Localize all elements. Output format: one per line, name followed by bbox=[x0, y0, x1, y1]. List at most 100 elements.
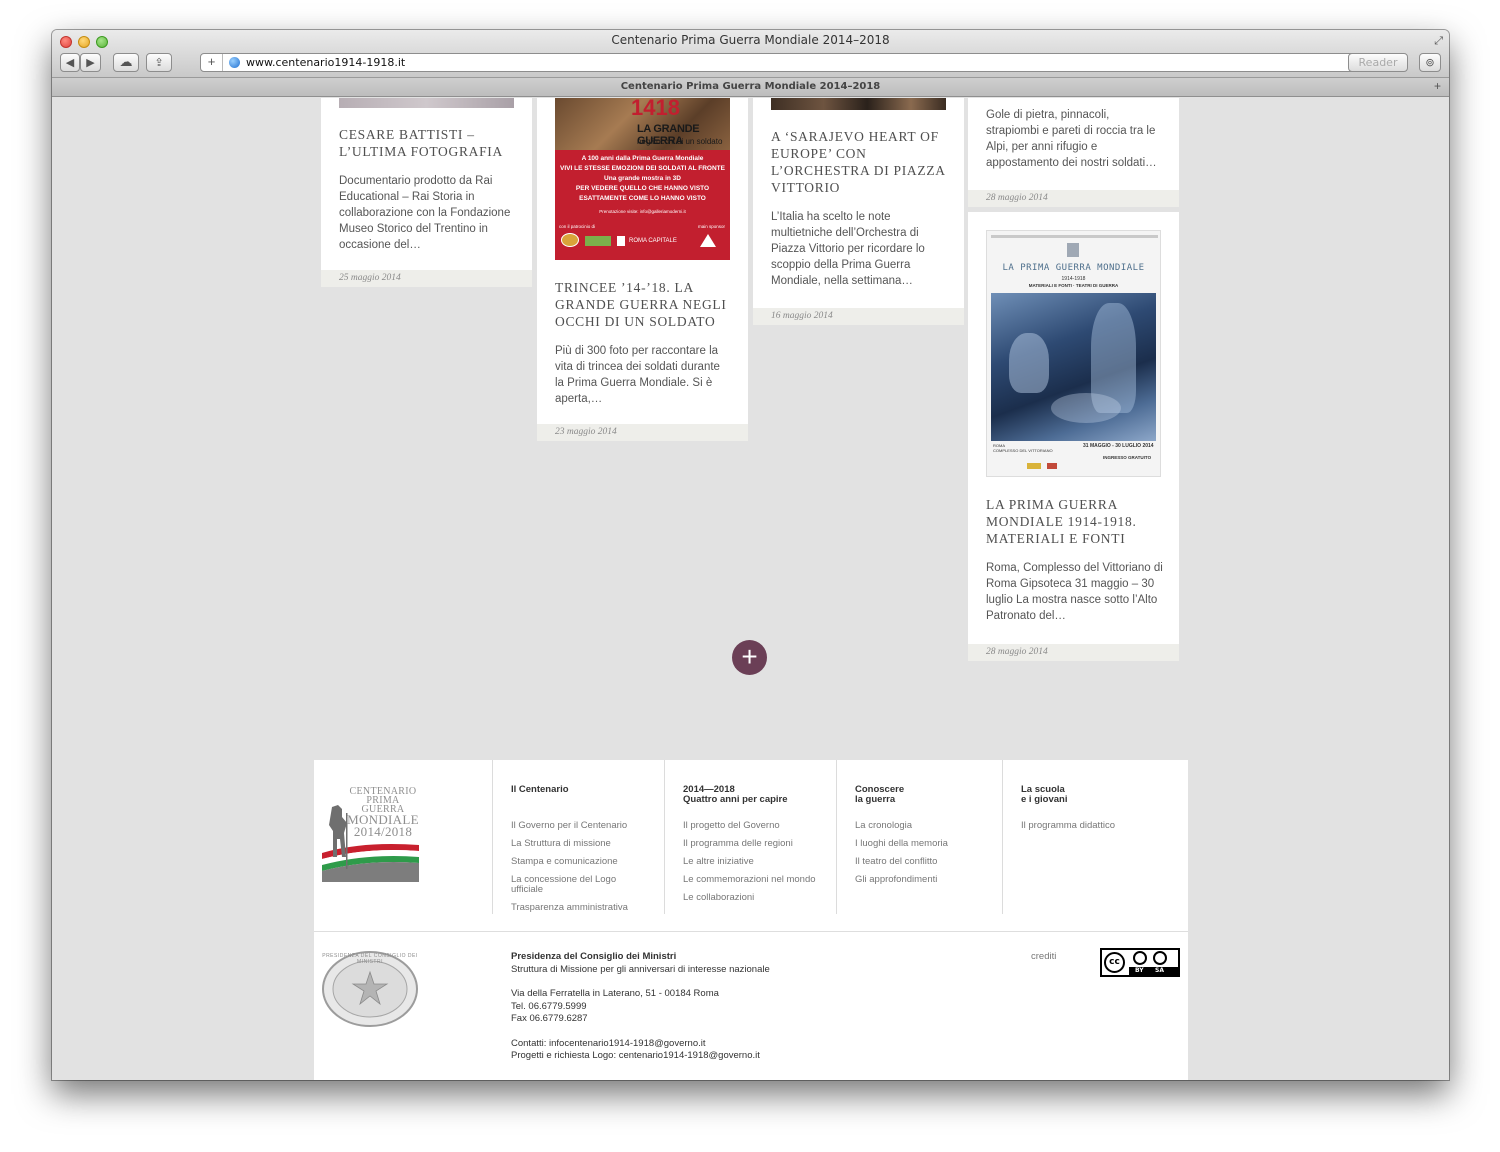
cc-sa-label: SA bbox=[1155, 967, 1164, 974]
footer-link[interactable]: Stampa e comunicazione bbox=[511, 857, 628, 867]
globe-icon bbox=[229, 57, 240, 68]
card-image[interactable]: LA PRIMA GUERRA MONDIALE 1914-1918 MATER… bbox=[986, 230, 1161, 477]
browser-window: Centenario Prima Guerra Mondiale 2014–20… bbox=[52, 30, 1449, 1080]
cc-conditions: BY SA bbox=[1129, 950, 1178, 975]
downloads-button[interactable]: ⊚ bbox=[1419, 53, 1441, 72]
org-name: Presidenza del Consiglio dei Ministri bbox=[511, 951, 677, 962]
attribution-icon bbox=[1133, 951, 1147, 965]
fullscreen-icon[interactable]: ⤢ bbox=[1434, 35, 1443, 48]
footer-column-title: Conoscere la guerra bbox=[855, 784, 905, 805]
footer-link[interactable]: Il teatro del conflitto bbox=[855, 857, 948, 867]
news-card[interactable]: Gole di pietra, pinnacoli, strapiombi e … bbox=[968, 98, 1179, 207]
new-tab-button[interactable]: + bbox=[1434, 79, 1441, 93]
poster-line: ESATTAMENTE COME LO HANNO VISTO bbox=[579, 195, 706, 202]
credits-link[interactable]: crediti bbox=[1031, 951, 1056, 962]
tab-active[interactable]: Centenario Prima Guerra Mondiale 2014–20… bbox=[52, 81, 1449, 92]
footer-column-centenario: Il Centenario Il Governo per il Centenar… bbox=[492, 760, 664, 914]
card-title[interactable]: La Prima Guerra Mondiale 1914-1918. Mate… bbox=[986, 496, 1164, 547]
card-title[interactable]: A ‘Sarajevo Heart of Europe’ con l’Orche… bbox=[771, 128, 946, 196]
cc-by-label: BY bbox=[1135, 967, 1144, 974]
news-card[interactable]: LA PRIMA GUERRA MONDIALE 1914-1918 MATER… bbox=[968, 212, 1179, 661]
footer-column-title: Il Centenario bbox=[511, 784, 569, 795]
title-bar: Centenario Prima Guerra Mondiale 2014–20… bbox=[52, 30, 1449, 78]
footer-link[interactable]: La Struttura di missione bbox=[511, 839, 628, 849]
card-date: 28 maggio 2014 bbox=[968, 644, 1179, 661]
footer-link[interactable]: Il Governo per il Centenario bbox=[511, 821, 628, 831]
card-excerpt: Documentario prodotto da Rai Educational… bbox=[339, 175, 511, 251]
card-excerpt: Roma, Complesso del Vittoriano di Roma G… bbox=[986, 562, 1163, 622]
centenario-logo[interactable]: CENTENARIO PRIMA GUERRA MONDIALE 2014/20… bbox=[322, 785, 419, 882]
footer-link[interactable]: Gli approfondimenti bbox=[855, 875, 948, 885]
poster-info: Prenotazione visite: info@galleriamodern… bbox=[599, 209, 686, 214]
sponsor-triangle-icon bbox=[700, 234, 716, 247]
org-subtitle: Struttura di Missione per gli anniversar… bbox=[511, 963, 770, 975]
url-text[interactable]: www.centenario1914-1918.it bbox=[246, 56, 405, 69]
poster-line: A 100 anni dalla Prima Guerra Mondiale bbox=[581, 155, 704, 162]
footer-contacts: Presidenza del Consiglio dei Ministri St… bbox=[511, 951, 770, 1063]
poster-big-number: 1418 bbox=[631, 98, 680, 120]
creative-commons-badge[interactable]: cc BY SA bbox=[1100, 948, 1180, 977]
card-date: 23 maggio 2014 bbox=[537, 424, 748, 441]
contact-email[interactable]: Contatti: infocentenario1914-1918@govern… bbox=[511, 1038, 770, 1051]
footer-link[interactable]: Le commemorazioni nel mondo bbox=[683, 875, 816, 885]
sponsor-logo bbox=[585, 236, 611, 246]
card-image[interactable]: 1418 LA GRANDE GUERRA negli occhi di un … bbox=[555, 98, 730, 260]
card-excerpt: L’Italia ha scelto le note multietniche … bbox=[771, 211, 925, 287]
page-content: Cesare Battisti – l’ultima fotografia Do… bbox=[52, 98, 1449, 1080]
window-title: Centenario Prima Guerra Mondiale 2014–20… bbox=[611, 33, 890, 47]
footer-links: La cronologia I luoghi della memoria Il … bbox=[855, 821, 948, 893]
load-more-button[interactable]: + bbox=[732, 640, 767, 675]
footer-link[interactable]: Le collaborazioni bbox=[683, 893, 816, 903]
card-date: 25 maggio 2014 bbox=[321, 270, 532, 287]
share-alike-icon bbox=[1153, 951, 1167, 965]
footer-link[interactable]: La cronologia bbox=[855, 821, 948, 831]
icloud-tabs-button[interactable]: ☁ bbox=[113, 53, 139, 72]
card-image[interactable] bbox=[339, 98, 514, 108]
reader-button[interactable]: Reader bbox=[1348, 53, 1408, 72]
card-excerpt: Gole di pietra, pinnacoli, strapiombi e … bbox=[986, 109, 1157, 169]
card-title[interactable]: Trincee ’14-’18. La Grande Guerra negli … bbox=[555, 279, 730, 330]
footer-column-title: La scuola e i giovani bbox=[1021, 784, 1068, 805]
poster-line: VIVI LE STESSE EMOZIONI DEI SOLDATI AL F… bbox=[560, 165, 725, 172]
poster-entry: INGRESSO GRATUITO bbox=[1103, 455, 1152, 460]
poster-years: 1914-1918 bbox=[1061, 276, 1086, 282]
card-image[interactable] bbox=[771, 98, 946, 110]
news-card[interactable]: Cesare Battisti – l’ultima fotografia Do… bbox=[321, 98, 532, 287]
address-bar[interactable]: + www.centenario1914-1918.it ↻ bbox=[200, 53, 1400, 72]
org-address: Via della Ferratella in Laterano, 51 - 0… bbox=[511, 988, 719, 999]
back-button[interactable]: ◀ bbox=[60, 53, 80, 72]
roma-crest-icon bbox=[617, 236, 625, 246]
forward-button[interactable]: ▶ bbox=[80, 53, 101, 72]
footer-link[interactable]: Il progetto del Governo bbox=[683, 821, 816, 831]
footer-link[interactable]: I luoghi della memoria bbox=[855, 839, 948, 849]
card-title[interactable]: Cesare Battisti – l’ultima fotografia bbox=[339, 126, 514, 160]
soldier-silhouette-icon bbox=[322, 805, 419, 882]
footer-link[interactable]: Le altre iniziative bbox=[683, 857, 816, 867]
footer-link[interactable]: Trasparenza amministrativa bbox=[511, 903, 628, 913]
poster-text-block: A 100 anni dalla Prima Guerra Mondiale V… bbox=[555, 154, 730, 204]
share-button[interactable]: ⇪ bbox=[146, 53, 172, 72]
poster-subheadline: negli occhi di un soldato bbox=[637, 137, 723, 146]
poster-line: Una grande mostra in 3D bbox=[604, 175, 681, 182]
card-excerpt: Più di 300 foto per raccontare la vita d… bbox=[555, 345, 720, 405]
poster-dates: 31 MAGGIO - 30 LUGLIO 2014 bbox=[1083, 443, 1154, 449]
footer-column-scuola: La scuola e i giovani Il programma didat… bbox=[1002, 760, 1188, 914]
footer-column-title: 2014—2018 Quattro anni per capire bbox=[683, 784, 788, 805]
poster-sponsor-label: main sponsor bbox=[698, 224, 726, 229]
footer-link[interactable]: La concessione del Logo ufficiale bbox=[511, 875, 628, 895]
poster-place: ROMA COMPLESSO DEL VITTORIANO bbox=[993, 443, 1053, 453]
logo-request-email[interactable]: Progetti e richiesta Logo: centenario191… bbox=[511, 1050, 770, 1063]
footer-link[interactable]: Il programma delle regioni bbox=[683, 839, 816, 849]
cc-icon: cc bbox=[1104, 952, 1125, 973]
add-bookmark-button[interactable]: + bbox=[201, 54, 223, 71]
poster-heading: LA PRIMA GUERRA MONDIALE bbox=[1002, 263, 1145, 273]
footer-link[interactable]: Il programma didattico bbox=[1021, 821, 1115, 831]
tab-bar: Centenario Prima Guerra Mondiale 2014–20… bbox=[52, 78, 1449, 97]
site-footer: CENTENARIO PRIMA GUERRA MONDIALE 2014/20… bbox=[314, 760, 1188, 1080]
news-card[interactable]: A ‘Sarajevo Heart of Europe’ con l’Orche… bbox=[753, 98, 964, 325]
poster-line: PER VEDERE QUELLO CHE HANNO VISTO bbox=[575, 185, 710, 192]
poster-roma: ROMA CAPITALE bbox=[629, 238, 677, 244]
news-card[interactable]: 1418 LA GRANDE GUERRA negli occhi di un … bbox=[537, 98, 748, 441]
footer-column-quattro-anni: 2014—2018 Quattro anni per capire Il pro… bbox=[664, 760, 836, 914]
card-date: 28 maggio 2014 bbox=[968, 190, 1179, 207]
